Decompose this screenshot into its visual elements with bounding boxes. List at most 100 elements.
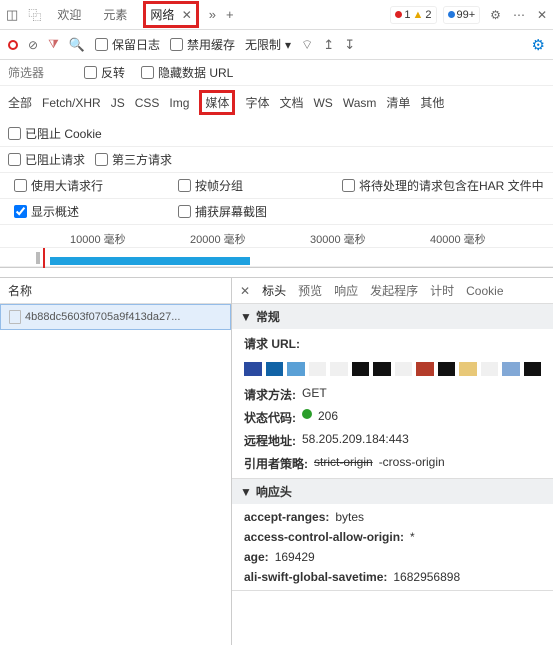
error-warning-badge[interactable]: 1 ▲2: [390, 6, 436, 24]
file-icon: [9, 310, 21, 324]
split-view: 名称 4b88dc5603f0705a9f413da27... ✕ 标头 预览 …: [0, 278, 553, 645]
type-manifest[interactable]: 清单: [386, 94, 410, 111]
tab-network-label: 网络: [150, 8, 174, 22]
referrer-policy: 引用者策略:strict-origin-cross-origin: [244, 455, 541, 472]
caret-down-icon: ▼: [240, 485, 252, 499]
tab-timing[interactable]: 计时: [430, 282, 454, 299]
close-window-icon[interactable]: ✕: [537, 8, 547, 22]
timeline-tick: 30000 毫秒: [310, 231, 366, 247]
type-ws[interactable]: WS: [313, 96, 332, 110]
add-tab-icon[interactable]: +: [226, 7, 234, 22]
record-icon[interactable]: [8, 40, 18, 50]
throttle-select[interactable]: 无限制▾: [245, 36, 291, 53]
type-css[interactable]: CSS: [135, 96, 160, 110]
type-js[interactable]: JS: [111, 96, 125, 110]
filter-row: 反转 隐藏数据 URL: [0, 60, 553, 86]
request-list: 名称 4b88dc5603f0705a9f413da27...: [0, 278, 232, 645]
window-controls: ⚙ ⋯ ✕: [490, 8, 547, 22]
settings-gear-icon[interactable]: ⚙: [532, 36, 545, 54]
request-types: 全部 Fetch/XHR JS CSS Img 媒体 字体 文档 WS Wasm…: [0, 86, 553, 147]
tab-cookie[interactable]: Cookie: [466, 284, 503, 298]
device-icon[interactable]: ⿻: [28, 5, 41, 24]
capture-screenshot-checkbox[interactable]: 捕获屏幕截图: [178, 203, 318, 220]
status-ok-icon: [302, 409, 312, 419]
clear-icon[interactable]: ⊘: [28, 38, 38, 52]
error-dot-icon: [395, 11, 402, 18]
blocked-cookie-checkbox[interactable]: 已阻止 Cookie: [8, 125, 102, 142]
request-row[interactable]: 4b88dc5603f0705a9f413da27...: [0, 304, 231, 330]
timeline-tick: 10000 毫秒: [70, 231, 126, 247]
url-redacted-bar: [244, 362, 541, 376]
hdr-age: age:169429: [244, 550, 541, 564]
request-url: 请求 URL:: [244, 335, 541, 352]
info-dot-icon: [448, 11, 455, 18]
filter-input[interactable]: [8, 66, 68, 80]
include-har-checkbox[interactable]: 将待处理的请求包含在HAR 文件中: [342, 177, 544, 194]
type-all[interactable]: 全部: [8, 94, 32, 111]
hdr-ali-swift: ali-swift-global-savetime:1682956898: [244, 570, 541, 584]
inspect-icon[interactable]: ◫: [6, 7, 18, 23]
timeline-tick: 20000 毫秒: [190, 231, 246, 247]
general-header[interactable]: ▼常规: [232, 304, 553, 329]
options-row-2: 显示概述 捕获屏幕截图: [0, 199, 553, 225]
type-font[interactable]: 字体: [245, 94, 269, 111]
group-frame-checkbox[interactable]: 按帧分组: [178, 177, 318, 194]
third-party-checkbox[interactable]: 第三方请求: [95, 151, 172, 168]
show-overview-checkbox[interactable]: 显示概述: [14, 203, 154, 220]
status-badges: 1 ▲2 99+: [390, 6, 480, 24]
close-icon[interactable]: ✕: [182, 8, 192, 22]
tab-welcome[interactable]: 欢迎: [51, 2, 87, 27]
detail-tabs: ✕ 标头 预览 响应 发起程序 计时 Cookie: [232, 278, 553, 304]
more-tabs-icon[interactable]: »: [209, 7, 216, 22]
type-wasm[interactable]: Wasm: [343, 96, 377, 110]
tab-preview[interactable]: 预览: [298, 282, 322, 299]
timeline-bar: [36, 252, 40, 264]
hdr-accept-ranges: accept-ranges:bytes: [244, 510, 541, 524]
remote-address: 远程地址:58.205.209.184:443: [244, 432, 541, 449]
timeline-tick: 40000 毫秒: [430, 231, 486, 247]
wifi-icon[interactable]: ⌔: [301, 37, 313, 53]
type-img[interactable]: Img: [169, 96, 189, 110]
large-rows-checkbox[interactable]: 使用大请求行: [14, 177, 154, 194]
response-headers-section: ▼响应头 accept-ranges:bytes access-control-…: [232, 479, 553, 591]
type-doc[interactable]: 文档: [279, 94, 303, 111]
timeline-marker: [43, 248, 45, 268]
request-detail: ✕ 标头 预览 响应 发起程序 计时 Cookie ▼常规 请求 URL: 请求…: [232, 278, 553, 645]
filter-icon[interactable]: ⧩: [48, 37, 59, 52]
more-icon[interactable]: ⋯: [513, 8, 525, 22]
blocked-requests-checkbox[interactable]: 已阻止请求: [8, 151, 85, 168]
download-icon[interactable]: ↧: [344, 37, 355, 53]
tab-initiator[interactable]: 发起程序: [370, 282, 418, 299]
tab-headers[interactable]: 标头: [262, 282, 286, 299]
type-other[interactable]: 其他: [420, 94, 444, 111]
warning-icon: ▲: [412, 9, 423, 21]
response-headers-header[interactable]: ▼响应头: [232, 479, 553, 504]
status-code: 状态代码:206: [244, 409, 541, 426]
network-toolbar: ⊘ ⧩ 🔍 保留日志 禁用缓存 无限制▾ ⌔ ↥ ↧ ⚙: [0, 30, 553, 60]
name-column-header[interactable]: 名称: [0, 278, 231, 304]
tab-elements[interactable]: 元素: [97, 2, 133, 27]
request-method: 请求方法:GET: [244, 386, 541, 403]
top-tabs: ◫ ⿻ 欢迎 元素 网络 ✕ » + 1 ▲2 99+ ⚙ ⋯ ✕: [0, 0, 553, 30]
options-row-1: 使用大请求行 按帧分组 将待处理的请求包含在HAR 文件中: [0, 173, 553, 199]
info-badge[interactable]: 99+: [443, 6, 481, 24]
disable-cache-checkbox[interactable]: 禁用缓存: [170, 36, 235, 53]
hide-data-url-checkbox[interactable]: 隐藏数据 URL: [141, 64, 233, 81]
caret-down-icon: ▼: [240, 310, 252, 324]
search-icon[interactable]: 🔍: [69, 37, 85, 53]
invert-checkbox[interactable]: 反转: [84, 64, 125, 81]
upload-icon[interactable]: ↥: [323, 37, 334, 53]
request-types-2: 已阻止请求 第三方请求: [0, 147, 553, 173]
timeline-request-bar: [50, 257, 250, 265]
tab-response[interactable]: 响应: [334, 282, 358, 299]
chevron-down-icon: ▾: [285, 38, 291, 52]
close-detail-icon[interactable]: ✕: [240, 284, 250, 298]
request-name: 4b88dc5603f0705a9f413da27...: [25, 311, 180, 323]
type-fetch[interactable]: Fetch/XHR: [42, 96, 101, 110]
settings-icon[interactable]: ⚙: [490, 8, 501, 22]
hdr-ac-allow-origin: access-control-allow-origin:*: [244, 530, 541, 544]
tab-network[interactable]: 网络 ✕: [143, 1, 198, 28]
timeline-overview[interactable]: 10000 毫秒 20000 毫秒 30000 毫秒 40000 毫秒: [0, 225, 553, 268]
keep-log-checkbox[interactable]: 保留日志: [95, 36, 160, 53]
type-media[interactable]: 媒体: [199, 90, 235, 115]
